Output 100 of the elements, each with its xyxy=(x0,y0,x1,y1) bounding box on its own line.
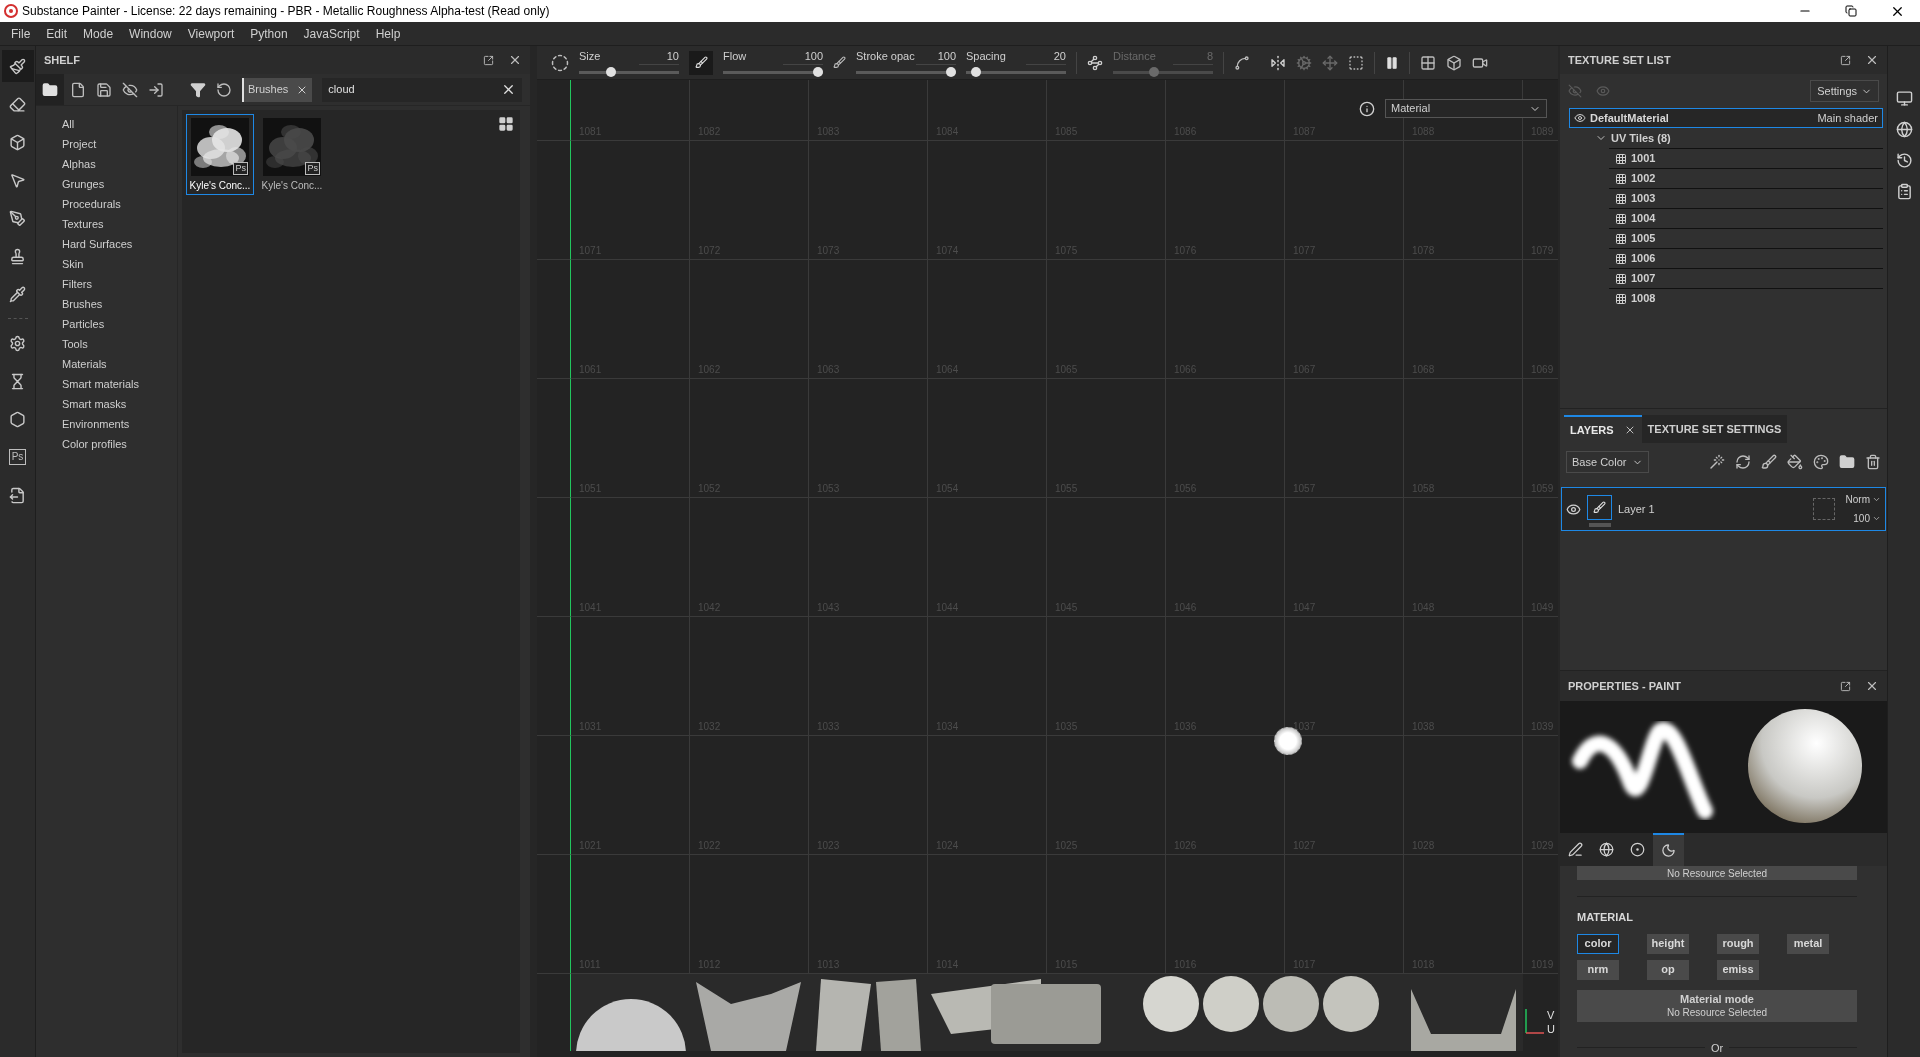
uv-tile-row[interactable]: 1004 xyxy=(1609,208,1883,228)
folder-icon[interactable] xyxy=(42,81,58,98)
property-tab[interactable] xyxy=(1622,833,1653,866)
mirror-icon[interactable] xyxy=(1270,54,1286,71)
menu-item[interactable]: JavaScript xyxy=(296,24,367,43)
parameter-value[interactable]: 100 xyxy=(916,47,956,66)
refresh-icon[interactable] xyxy=(1735,454,1751,470)
slider-track[interactable] xyxy=(723,67,823,78)
log-icon[interactable] xyxy=(1895,183,1913,200)
transform-icon[interactable] xyxy=(1322,54,1338,71)
grid-view-icon[interactable] xyxy=(498,116,514,132)
uv-tile-row[interactable]: 1005 xyxy=(1609,228,1883,248)
uv-tile-row[interactable]: 1006 xyxy=(1609,248,1883,268)
channel-toggle[interactable]: metal xyxy=(1787,933,1829,954)
slider-track[interactable] xyxy=(966,67,1066,78)
parameter-value[interactable]: 100 xyxy=(783,47,823,66)
channel-toggle[interactable]: color xyxy=(1577,933,1619,954)
close-icon[interactable] xyxy=(1865,53,1879,67)
category-item[interactable]: Filters xyxy=(62,274,177,294)
restore-icon[interactable] xyxy=(1845,5,1857,17)
float-panel-icon[interactable] xyxy=(1840,54,1851,66)
category-item[interactable]: Particles xyxy=(62,314,177,334)
brush-icon[interactable] xyxy=(833,56,846,69)
category-item[interactable]: Hard Surfaces xyxy=(62,234,177,254)
import-icon[interactable] xyxy=(148,81,164,98)
pause-icon[interactable] xyxy=(1385,55,1399,70)
parameter-value[interactable]: 20 xyxy=(1026,47,1066,66)
menu-item[interactable]: File xyxy=(4,24,38,43)
brush-size-icon[interactable] xyxy=(551,53,569,72)
slider-thumb[interactable] xyxy=(970,67,981,78)
display-mode-dropdown[interactable]: Material xyxy=(1385,99,1547,118)
brush-thumbnail[interactable]: Ps Kyle's Conc... xyxy=(186,114,254,195)
slider-thumb[interactable] xyxy=(606,67,616,78)
display-settings-icon[interactable] xyxy=(1895,90,1913,107)
curve-icon[interactable] xyxy=(1234,54,1250,71)
brush-thumbnail[interactable]: Ps Kyle's Conc... xyxy=(258,114,326,195)
paint-bucket-icon[interactable] xyxy=(1787,454,1803,470)
uv-tile-row[interactable]: 1003 xyxy=(1609,188,1883,208)
channel-toggle[interactable]: op xyxy=(1647,959,1689,980)
material-mode-slot[interactable]: Material mode No Resource Selected xyxy=(1577,989,1857,1022)
category-item[interactable]: Procedurals xyxy=(62,194,177,214)
category-item[interactable]: Textures xyxy=(62,214,177,234)
history-icon[interactable] xyxy=(1895,152,1913,169)
category-item[interactable]: Skin xyxy=(62,254,177,274)
uv-tile-row[interactable]: 1007 xyxy=(1609,268,1883,288)
category-item[interactable]: Smart materials xyxy=(62,374,177,394)
settings-dropdown[interactable]: Settings xyxy=(1810,80,1879,102)
hide-icon[interactable] xyxy=(122,81,138,98)
eye-icon[interactable] xyxy=(1574,112,1586,124)
clear-search-icon[interactable] xyxy=(501,82,516,97)
spacing-dots-icon[interactable] xyxy=(1087,54,1103,71)
checker-icon[interactable] xyxy=(1420,54,1436,71)
uv-tile-row[interactable]: 1008 xyxy=(1609,288,1883,308)
layer-row[interactable]: Layer 1 Norm 100 xyxy=(1561,487,1886,531)
mask-slot[interactable] xyxy=(1813,498,1835,520)
eye-icon[interactable] xyxy=(1566,501,1581,517)
channel-toggle[interactable]: height xyxy=(1647,933,1689,954)
uv-tile-row[interactable]: 1001 xyxy=(1609,148,1883,168)
channel-toggle[interactable]: emiss xyxy=(1717,959,1759,980)
trash-icon[interactable] xyxy=(1865,454,1881,470)
menu-item[interactable]: Mode xyxy=(76,24,121,43)
category-item[interactable]: Materials xyxy=(62,354,177,374)
slider-track[interactable] xyxy=(1113,67,1213,78)
menu-item[interactable]: Edit xyxy=(39,24,75,43)
tool-button[interactable] xyxy=(1,50,34,82)
new-file-icon[interactable] xyxy=(70,81,86,98)
filter-tag[interactable]: Brushes xyxy=(242,77,313,102)
search-field[interactable]: cloud xyxy=(322,77,522,102)
menu-item[interactable]: Python xyxy=(243,24,295,43)
brush-icon[interactable] xyxy=(1761,454,1777,470)
category-item[interactable]: Environments xyxy=(62,414,177,434)
close-icon[interactable] xyxy=(508,53,522,67)
cube-view-icon[interactable] xyxy=(1446,54,1462,71)
selection-icon[interactable] xyxy=(1348,54,1364,71)
refresh-icon[interactable] xyxy=(216,81,232,98)
uv-tiles-group[interactable]: UV Tiles (8) xyxy=(1569,128,1883,148)
uv-tile-row[interactable]: 1002 xyxy=(1609,168,1883,188)
slider-track[interactable] xyxy=(579,67,679,78)
folder-icon[interactable] xyxy=(1839,454,1855,470)
category-item[interactable]: All xyxy=(62,114,177,134)
panel-tab[interactable]: TEXTURE SET SETTINGS xyxy=(1641,415,1788,443)
channel-toggle[interactable]: nrm xyxy=(1577,959,1619,980)
environment-icon[interactable] xyxy=(1895,121,1913,138)
float-panel-icon[interactable] xyxy=(483,54,494,66)
channel-toggle[interactable]: rough xyxy=(1717,933,1759,954)
category-item[interactable]: Grunges xyxy=(62,174,177,194)
texture-set-row[interactable]: DefaultMaterial Main shader xyxy=(1569,108,1883,128)
category-item[interactable]: Alphas xyxy=(62,154,177,174)
photoshop-tool[interactable]: Ps xyxy=(1,441,34,473)
category-item[interactable]: Color profiles xyxy=(62,434,177,454)
category-item[interactable]: Project xyxy=(62,134,177,154)
parameter-value[interactable]: 10 xyxy=(639,47,679,66)
category-item[interactable]: Smart masks xyxy=(62,394,177,414)
menu-item[interactable]: Window xyxy=(122,24,179,43)
menu-item[interactable]: Viewport xyxy=(180,24,242,43)
filter-icon[interactable] xyxy=(190,81,206,98)
float-panel-icon[interactable] xyxy=(1840,680,1851,692)
symmetry-settings-icon[interactable] xyxy=(1296,54,1312,71)
category-item[interactable]: Brushes xyxy=(62,294,177,314)
menu-item[interactable]: Help xyxy=(368,24,408,43)
